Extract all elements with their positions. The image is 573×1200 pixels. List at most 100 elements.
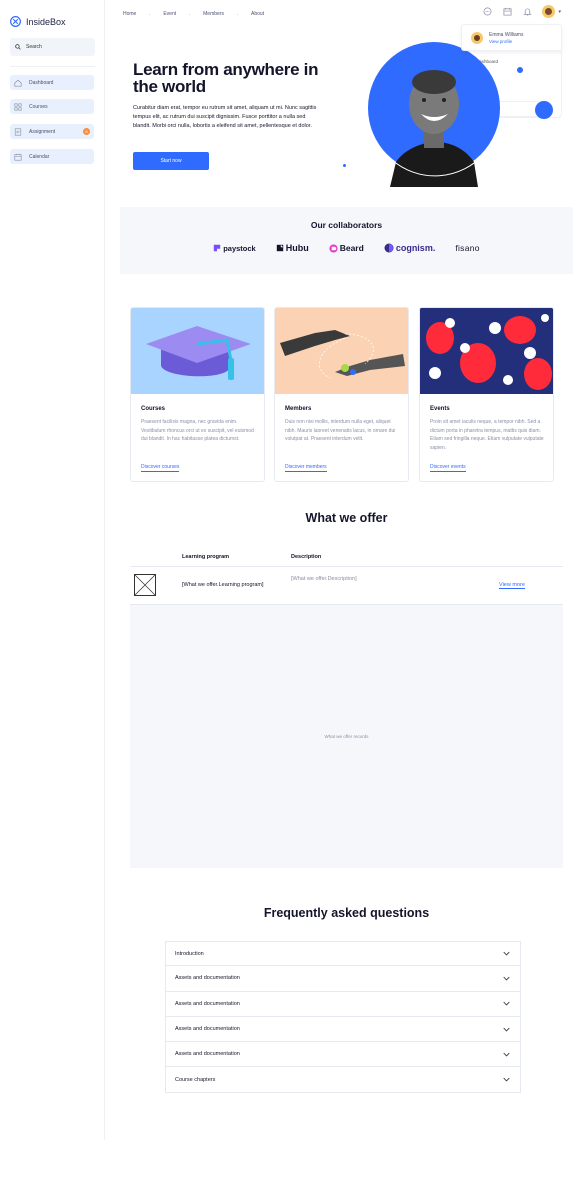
hubu-logo-icon bbox=[276, 244, 283, 252]
discover-events-link[interactable]: Discover events bbox=[430, 464, 466, 472]
assignment-icon bbox=[14, 127, 22, 136]
app-name: InsideBox bbox=[26, 16, 66, 27]
faq-question: Assets and documentation bbox=[175, 1051, 240, 1058]
card-title: Courses bbox=[141, 406, 166, 412]
avatar bbox=[471, 31, 483, 44]
chevron-down-icon[interactable]: ▾ bbox=[558, 9, 561, 15]
faq-question: Assets and documentation bbox=[175, 1026, 240, 1033]
nav-link-about[interactable]: About bbox=[251, 11, 264, 17]
sidebar-item-assignment[interactable]: Assignment 8 bbox=[10, 124, 94, 139]
column-header-description: Description bbox=[291, 554, 322, 560]
hero-portrait-illustration bbox=[368, 42, 553, 187]
hero-text: Curabitur diam erat, tempor eu rutrum si… bbox=[133, 105, 317, 129]
collaborators-section: Our collaborators paystock Hubu Beard co… bbox=[120, 207, 573, 274]
card-description: Praesent facilisis magna, nec gravida en… bbox=[141, 419, 254, 442]
view-more-link[interactable]: View more bbox=[499, 582, 525, 589]
chevron-down-icon bbox=[503, 1027, 510, 1032]
top-navigation: Home Event Members About bbox=[123, 11, 264, 17]
grid-icon bbox=[14, 102, 22, 111]
chevron-down-icon bbox=[503, 1002, 510, 1006]
logo-beard: Beard bbox=[329, 243, 364, 253]
image-placeholder-icon bbox=[134, 574, 156, 596]
faq-question: Assets and documentation bbox=[175, 1000, 240, 1007]
sidebar-item-courses[interactable]: Courses bbox=[10, 99, 94, 114]
faq-item[interactable]: Assets and documentation bbox=[165, 1042, 521, 1068]
calendar-icon[interactable] bbox=[502, 6, 513, 17]
column-header-learning-program: Learning program bbox=[182, 554, 230, 560]
discover-members-link[interactable]: Discover members bbox=[285, 464, 327, 472]
card-description: Proin sit amet iaculis neque, a tempor n… bbox=[430, 419, 544, 451]
faq-title: Frequently asked questions bbox=[263, 906, 430, 920]
logo-paystock: paystock bbox=[213, 244, 256, 253]
search-placeholder: Search bbox=[26, 44, 42, 50]
row-learning-program: [What we offer.Learning program] bbox=[182, 582, 264, 588]
beard-logo-icon bbox=[329, 243, 338, 253]
sidebar-item-dashboard[interactable]: Dashboard bbox=[10, 75, 94, 90]
events-card[interactable]: Events Proin sit amet iaculis neque, a t… bbox=[419, 307, 554, 482]
profile-popover[interactable]: Emma Williams View profile bbox=[461, 24, 562, 51]
view-profile-link[interactable]: View profile bbox=[489, 39, 523, 44]
logo-cognism: cognism. bbox=[384, 243, 435, 253]
what-we-offer-title: What we offer bbox=[305, 511, 388, 525]
hero-title: Learn from anywhere in the world bbox=[133, 60, 319, 96]
table-divider bbox=[130, 566, 563, 567]
sidebar: InsideBox Search Dashboard Courses Assig… bbox=[0, 0, 105, 1140]
crowd-image bbox=[420, 308, 553, 394]
offer-records-placeholder: What we offer records bbox=[130, 605, 563, 868]
faq-item[interactable]: Assets and documentation bbox=[165, 966, 521, 992]
user-avatar[interactable] bbox=[542, 5, 556, 18]
row-description: [What we offer.Description] bbox=[291, 576, 357, 582]
graduation-cap-image bbox=[131, 308, 264, 394]
chevron-down-icon bbox=[503, 976, 510, 981]
insidebox-logo-icon bbox=[10, 16, 21, 27]
courses-card[interactable]: Courses Praesent facilisis magna, nec gr… bbox=[130, 307, 265, 482]
bell-icon[interactable] bbox=[522, 6, 533, 17]
profile-name: Emma Williams bbox=[489, 31, 524, 38]
faq-accordion: Introduction Assets and documentation As… bbox=[165, 941, 521, 1093]
faq-question: Assets and documentation bbox=[175, 975, 240, 982]
nav-separator bbox=[236, 13, 238, 15]
paystock-logo-icon bbox=[213, 244, 221, 252]
search-icon bbox=[15, 44, 21, 50]
sidebar-divider bbox=[10, 66, 95, 67]
nav-separator bbox=[189, 13, 191, 15]
sidebar-item-label: Courses bbox=[29, 103, 48, 110]
nav-link-event[interactable]: Event bbox=[163, 11, 176, 17]
chat-icon[interactable] bbox=[482, 6, 493, 17]
nav-link-home[interactable]: Home bbox=[123, 11, 136, 17]
nav-separator bbox=[149, 13, 151, 15]
faq-question: Course chapters bbox=[175, 1076, 216, 1083]
sidebar-item-label: Dashboard bbox=[29, 79, 54, 86]
collaborators-logos: paystock Hubu Beard cognism. fisano bbox=[120, 243, 573, 253]
collaborators-title: Our collaborators bbox=[310, 220, 383, 230]
assignment-count-badge: 8 bbox=[83, 128, 90, 135]
start-now-button[interactable]: Start now bbox=[133, 152, 209, 170]
header-actions: ▾ bbox=[482, 5, 561, 18]
sidebar-item-label: Calendar bbox=[29, 153, 50, 160]
search-input[interactable]: Search bbox=[10, 38, 95, 56]
home-icon bbox=[14, 79, 22, 87]
calendar-icon bbox=[14, 153, 22, 161]
faq-item[interactable]: Introduction bbox=[165, 941, 521, 967]
chevron-down-icon bbox=[503, 1052, 510, 1057]
sidebar-item-calendar[interactable]: Calendar bbox=[10, 149, 94, 164]
faq-question: Introduction bbox=[175, 950, 204, 957]
nav-link-members[interactable]: Members bbox=[203, 11, 224, 17]
members-card[interactable]: Members Duis non nisi mollis, interdum n… bbox=[274, 307, 409, 482]
card-title: Members bbox=[285, 406, 312, 412]
faq-item[interactable]: Course chapters bbox=[165, 1067, 521, 1093]
logo-hubu: Hubu bbox=[276, 243, 309, 253]
chevron-down-icon bbox=[503, 951, 510, 956]
card-description: Duis non nisi mollis, interdum nulla ege… bbox=[285, 419, 396, 442]
discover-courses-link[interactable]: Discover courses bbox=[141, 464, 180, 472]
chevron-down-icon bbox=[503, 1077, 510, 1082]
decor-dot bbox=[343, 164, 346, 167]
hands-image bbox=[275, 308, 408, 394]
faq-item[interactable]: Assets and documentation bbox=[165, 1016, 521, 1043]
brand[interactable]: InsideBox bbox=[10, 16, 66, 27]
cognism-logo-icon bbox=[384, 243, 394, 253]
logo-fisano: fisano bbox=[455, 243, 480, 253]
sidebar-item-label: Assignment bbox=[29, 128, 56, 135]
faq-item[interactable]: Assets and documentation bbox=[165, 991, 521, 1017]
card-title: Events bbox=[430, 406, 450, 412]
